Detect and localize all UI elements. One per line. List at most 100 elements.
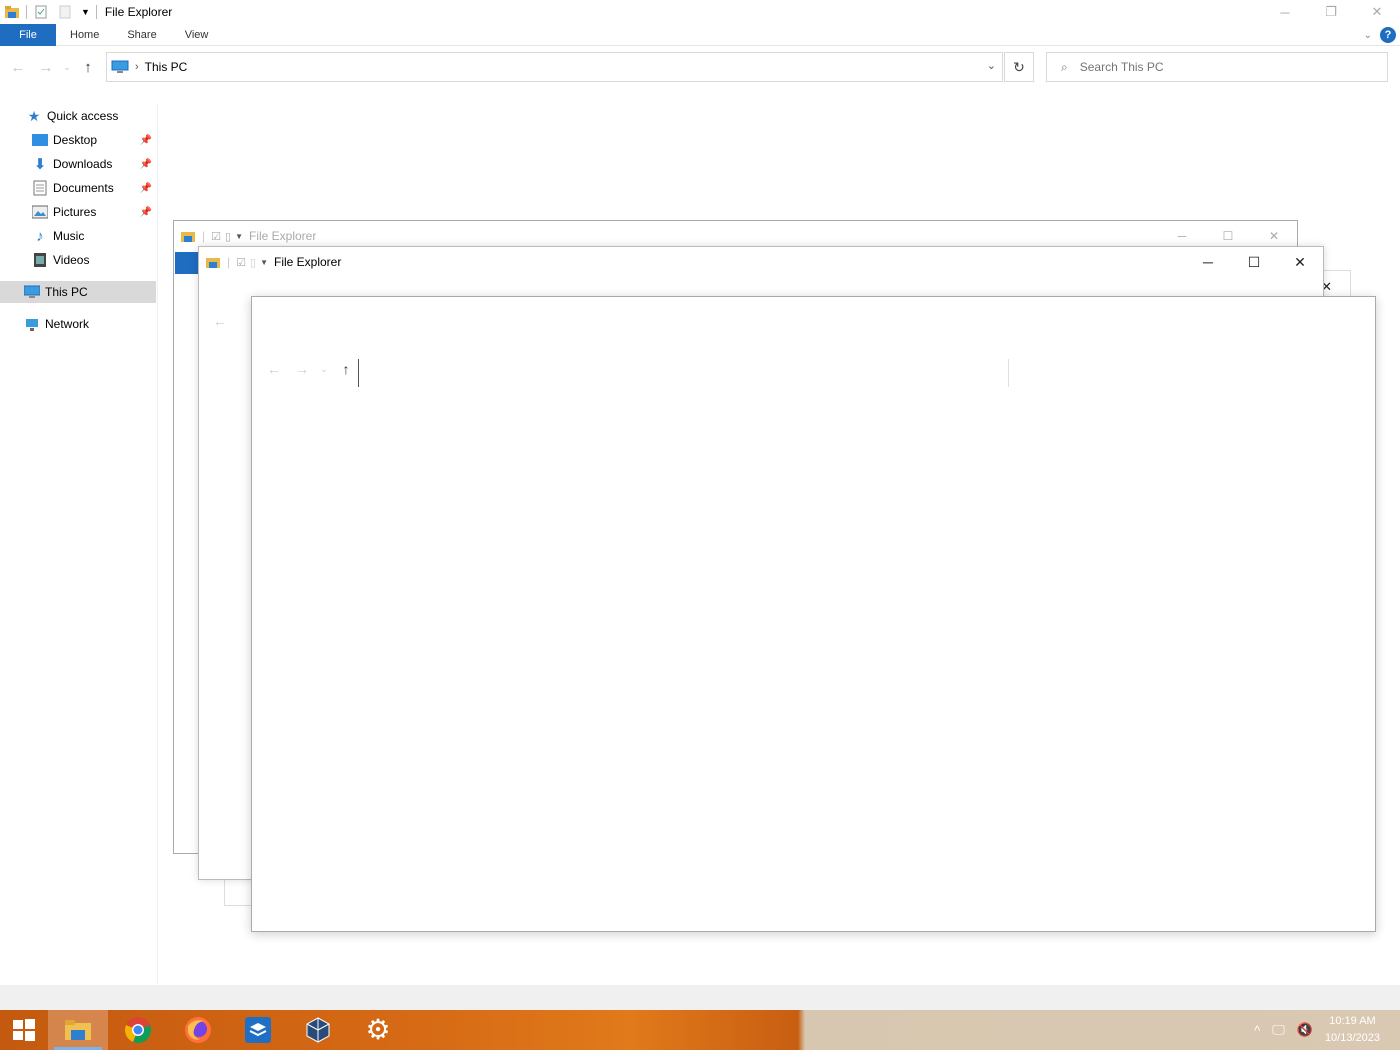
maximize-button[interactable]: ☐ [1231,247,1277,277]
network-icon [26,319,38,331]
documents-icon [33,180,47,196]
search-box-edge[interactable] [1008,359,1009,387]
title-bar: | ☑ ▯ ▼ File Explorer [199,247,1323,277]
taskbar-chrome[interactable] [108,1010,168,1050]
desktop-icon [32,134,48,146]
search-input[interactable] [1079,60,1340,74]
sidebar-item-music[interactable]: ♪ Music [0,225,156,247]
breadcrumb-this-pc[interactable]: This PC [145,60,188,74]
ribbon-tabs: File Home Share View ⌄ ? [0,23,1400,46]
refresh-button[interactable]: ↻ [1004,52,1034,82]
pin-icon[interactable]: 📌 [140,135,152,146]
restore-button[interactable]: ❐ [1308,0,1354,24]
search-icon: ⌕ [1061,59,1068,74]
network-status-icon[interactable]: 🖵 [1272,1022,1285,1038]
back-button[interactable]: ← [260,361,288,377]
taskbar-firefox[interactable] [168,1010,228,1050]
clock-time: 10:19 AM [1329,1015,1376,1027]
gear-icon: ⚙ [365,1014,391,1045]
show-hidden-icons-icon[interactable]: ^ [1254,1023,1260,1038]
folder-icon [65,1020,91,1040]
window-title: File Explorer [273,255,342,269]
sidebar-item-label: Desktop [53,133,98,147]
sidebar-item-videos[interactable]: Videos [0,249,156,271]
pin-icon[interactable]: 📌 [140,159,152,170]
toolbar-separator [26,5,27,19]
clock[interactable]: 10:19 AM 10/13/2023 [1325,1013,1380,1047]
volume-muted-icon[interactable]: 🔇 [1297,1022,1313,1038]
download-arrow-icon: ⬇ [33,156,47,173]
up-button[interactable]: ↑ [74,53,102,81]
sidebar-item-quick-access[interactable]: ★ Quick access [0,105,156,127]
minimize-button[interactable]: ─ [1185,247,1231,277]
sidebar-item-this-pc[interactable]: This PC [0,281,156,303]
taskbar: ⚙ ^ 🖵 🔇 10:19 AM 10/13/2023 [0,1010,1400,1050]
up-button[interactable]: ↑ [332,361,360,377]
navigation-bar: ← → ⌄ ↑ › This PC ⌄ ↻ ⌕ [0,50,1400,84]
address-bar[interactable]: › This PC ⌄ [106,52,1003,82]
close-button[interactable]: ✕ [1277,247,1323,277]
title-bar: ▼ File Explorer ─ ❐ ✕ [0,0,1400,24]
firefox-icon [185,1017,211,1043]
this-pc-icon [24,285,40,298]
sidebar-item-label: This PC [45,285,88,299]
forward-button[interactable]: → [32,53,60,81]
tab-share[interactable]: Share [113,24,170,46]
back-button[interactable]: ← [4,53,32,81]
pin-icon[interactable]: 📌 [140,207,152,218]
clock-date: 10/13/2023 [1324,1032,1380,1044]
virtualbox-icon [306,1017,330,1043]
pin-icon[interactable]: 📌 [140,183,152,194]
toolbar-separator: | [202,229,206,243]
status-bar [0,985,1400,1010]
chrome-icon [125,1017,151,1043]
properties-icon: ☑ [236,256,246,269]
close-button[interactable]: ✕ [1354,0,1400,24]
tab-home[interactable]: Home [56,24,113,46]
tab-file[interactable]: File [0,23,56,46]
sidebar-item-network[interactable]: Network [0,313,156,335]
breadcrumb-chevron-icon[interactable]: › [135,61,139,73]
new-folder-icon: ▯ [225,230,232,243]
search-box[interactable]: ⌕ [1046,52,1388,82]
window-controls: ─ ❐ ✕ [1262,0,1400,24]
taskbar-settings[interactable]: ⚙ [348,1010,408,1050]
sidebar-item-documents[interactable]: Documents 📌 [0,177,156,199]
expand-ribbon-icon[interactable]: ⌄ [1364,30,1372,41]
back-button[interactable]: ← [213,313,227,329]
tab-view[interactable]: View [171,24,223,46]
customize-toolbar-dropdown[interactable]: ▼ [81,7,90,17]
taskbar-virtualbox[interactable] [288,1010,348,1050]
help-icon[interactable]: ? [1380,27,1396,43]
navigation-pane: ★ Quick access Desktop 📌 ⬇ Downloads 📌 D… [0,104,158,984]
window-title: File Explorer [248,229,317,243]
recent-locations-dropdown[interactable]: ⌄ [316,364,332,375]
sidebar-item-desktop[interactable]: Desktop 📌 [0,129,156,151]
videos-icon [34,253,46,267]
new-folder-icon[interactable] [57,4,73,20]
start-button[interactable] [0,1010,48,1050]
recent-locations-dropdown[interactable]: ⌄ [60,53,74,81]
sidebar-item-label: Pictures [53,205,97,219]
loading-explorer-window[interactable]: ← → ⌄ ↑ [251,296,1376,932]
sidebar-item-downloads[interactable]: ⬇ Downloads 📌 [0,153,156,175]
taskbar-file-explorer[interactable] [48,1010,108,1050]
minimize-button[interactable]: ─ [1262,0,1308,24]
folder-app-icon[interactable] [4,4,20,20]
forward-button[interactable]: → [288,361,316,377]
pictures-icon [32,205,48,219]
music-note-icon: ♪ [36,227,44,245]
properties-icon[interactable] [33,4,49,20]
navigation-bar: ← → ⌄ ↑ [260,361,360,377]
sidebar-item-label: Network [45,317,90,331]
toolbar-separator: | [227,255,231,269]
ribbon-right-controls: ⌄ ? [1364,24,1396,46]
sidebar-item-pictures[interactable]: Pictures 📌 [0,201,156,223]
properties-icon: ☑ [211,230,221,243]
folder-app-icon [206,258,220,268]
address-history-dropdown[interactable]: ⌄ [987,59,996,72]
address-bar-edge[interactable] [358,359,359,387]
customize-toolbar-dropdown: ▼ [235,231,243,241]
window-controls: ─ ☐ ✕ [1185,247,1323,277]
taskbar-box-app[interactable] [228,1010,288,1050]
